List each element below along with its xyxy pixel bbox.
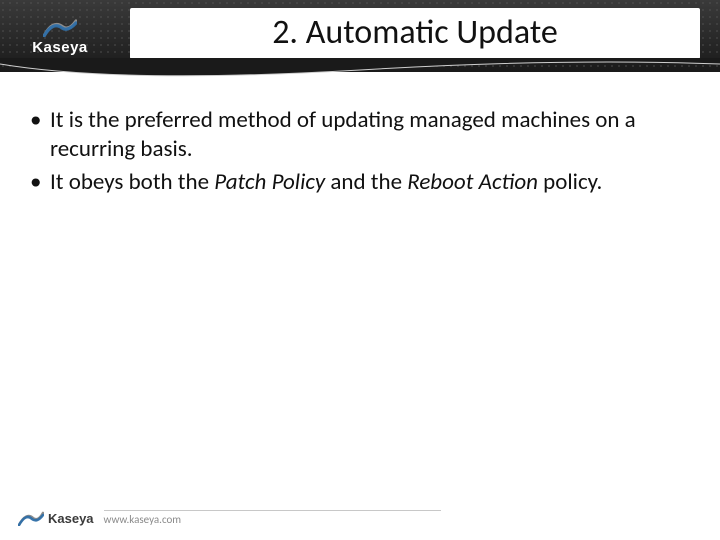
bullet-text: policy. xyxy=(538,168,602,196)
header-logo-text: Kaseya xyxy=(32,39,88,56)
bullet-text: and the xyxy=(325,168,407,196)
kaseya-logo-icon xyxy=(18,510,44,526)
bullet-list: It is the preferred method of updating m… xyxy=(28,106,692,196)
bullet-text: It obeys both the xyxy=(50,168,214,196)
slide-footer: Kaseya www.kaseya.com xyxy=(18,510,441,526)
footer-logo: Kaseya xyxy=(18,510,94,526)
bullet-italic: Reboot Action xyxy=(407,168,538,196)
slide-title: 2. Automatic Update xyxy=(130,8,700,59)
list-item: It is the preferred method of updating m… xyxy=(28,106,692,164)
footer-logo-text: Kaseya xyxy=(48,511,94,526)
list-item: It obeys both the Patch Policy and the R… xyxy=(28,168,692,197)
bullet-text: It is the preferred method of updating m… xyxy=(50,106,636,163)
kaseya-logo-icon xyxy=(43,17,77,37)
slide-header: Kaseya 2. Automatic Update xyxy=(0,0,720,72)
header-logo: Kaseya xyxy=(10,8,110,64)
footer-url: www.kaseya.com xyxy=(104,510,442,526)
bullet-italic: Patch Policy xyxy=(214,168,325,196)
slide-body: It is the preferred method of updating m… xyxy=(0,72,720,196)
